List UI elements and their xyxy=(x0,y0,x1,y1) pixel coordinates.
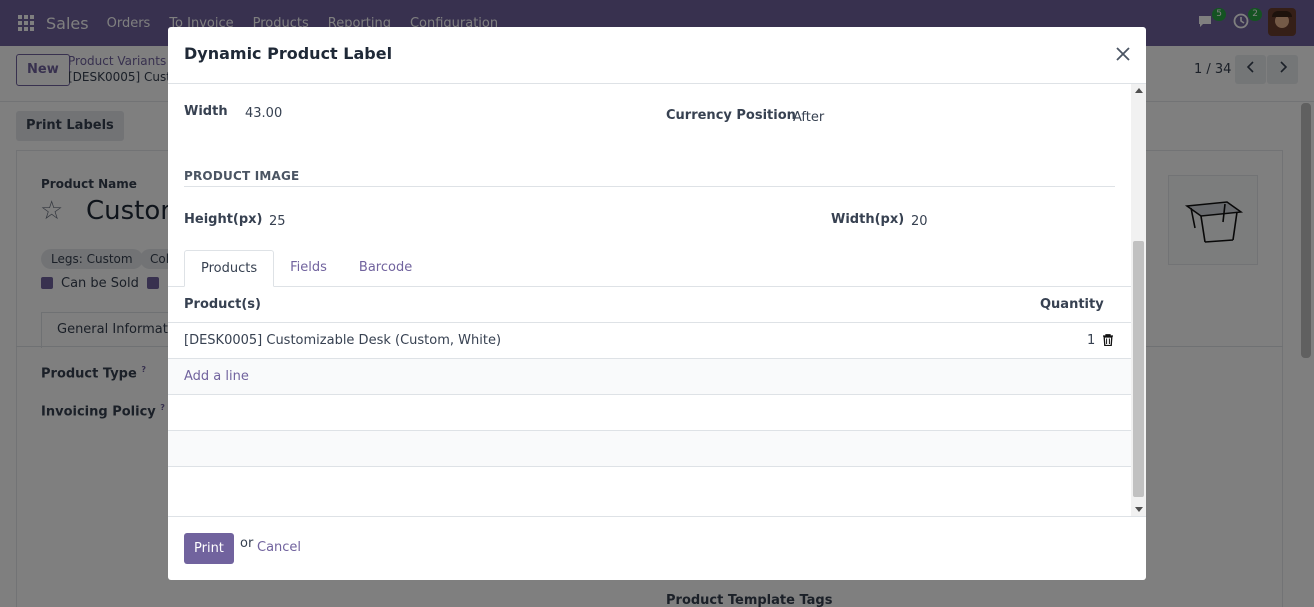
product-image-section-title: PRODUCT IMAGE xyxy=(184,169,300,183)
print-button[interactable]: Print xyxy=(184,533,234,564)
dialog-scrollbar[interactable] xyxy=(1131,84,1146,516)
dialog-body: Width 43.00 Currency Position After PROD… xyxy=(168,84,1146,516)
width-label: Width xyxy=(184,104,228,119)
dynamic-product-label-dialog: Dynamic Product Label Width 43.00 Curren… xyxy=(168,27,1146,580)
table-header: Product(s) Quantity xyxy=(168,287,1131,323)
section-divider xyxy=(184,186,1115,187)
currency-position-label: Currency Position xyxy=(666,108,796,123)
scroll-down-icon[interactable] xyxy=(1135,507,1143,512)
cancel-button[interactable]: Cancel xyxy=(257,540,301,555)
scroll-up-icon[interactable] xyxy=(1135,88,1143,93)
product-cell[interactable]: [DESK0005] Customizable Desk (Custom, Wh… xyxy=(184,333,501,348)
height-px-field[interactable]: 25 xyxy=(269,214,286,229)
table-row[interactable]: Add a line xyxy=(168,359,1131,395)
dialog-header: Dynamic Product Label xyxy=(168,27,1146,84)
tab-fields[interactable]: Fields xyxy=(274,250,343,287)
tab-products[interactable]: Products xyxy=(184,250,275,287)
width-px-field[interactable]: 20 xyxy=(911,214,928,229)
dialog-title: Dynamic Product Label xyxy=(184,44,393,63)
table-row[interactable]: [DESK0005] Customizable Desk (Custom, Wh… xyxy=(168,323,1131,359)
dialog-tabs: Products Fields Barcode xyxy=(184,250,428,287)
scrollbar-thumb[interactable] xyxy=(1133,241,1144,497)
add-a-line-link[interactable]: Add a line xyxy=(184,369,249,384)
currency-position-select[interactable]: After xyxy=(793,110,824,125)
width-field[interactable]: 43.00 xyxy=(245,106,282,121)
quantity-cell[interactable]: 1 xyxy=(1087,333,1095,348)
height-px-label: Height(px) xyxy=(184,212,263,227)
column-header-products[interactable]: Product(s) xyxy=(184,297,261,312)
table-row xyxy=(168,395,1131,431)
trash-icon[interactable] xyxy=(1103,334,1113,347)
table-row xyxy=(168,431,1131,467)
column-header-quantity[interactable]: Quantity xyxy=(1040,297,1104,312)
width-px-label: Width(px) xyxy=(831,212,905,227)
dialog-footer: Print or Cancel xyxy=(168,516,1146,580)
or-text: or xyxy=(240,536,254,551)
close-icon[interactable] xyxy=(1114,45,1132,63)
tab-barcode[interactable]: Barcode xyxy=(343,250,428,287)
